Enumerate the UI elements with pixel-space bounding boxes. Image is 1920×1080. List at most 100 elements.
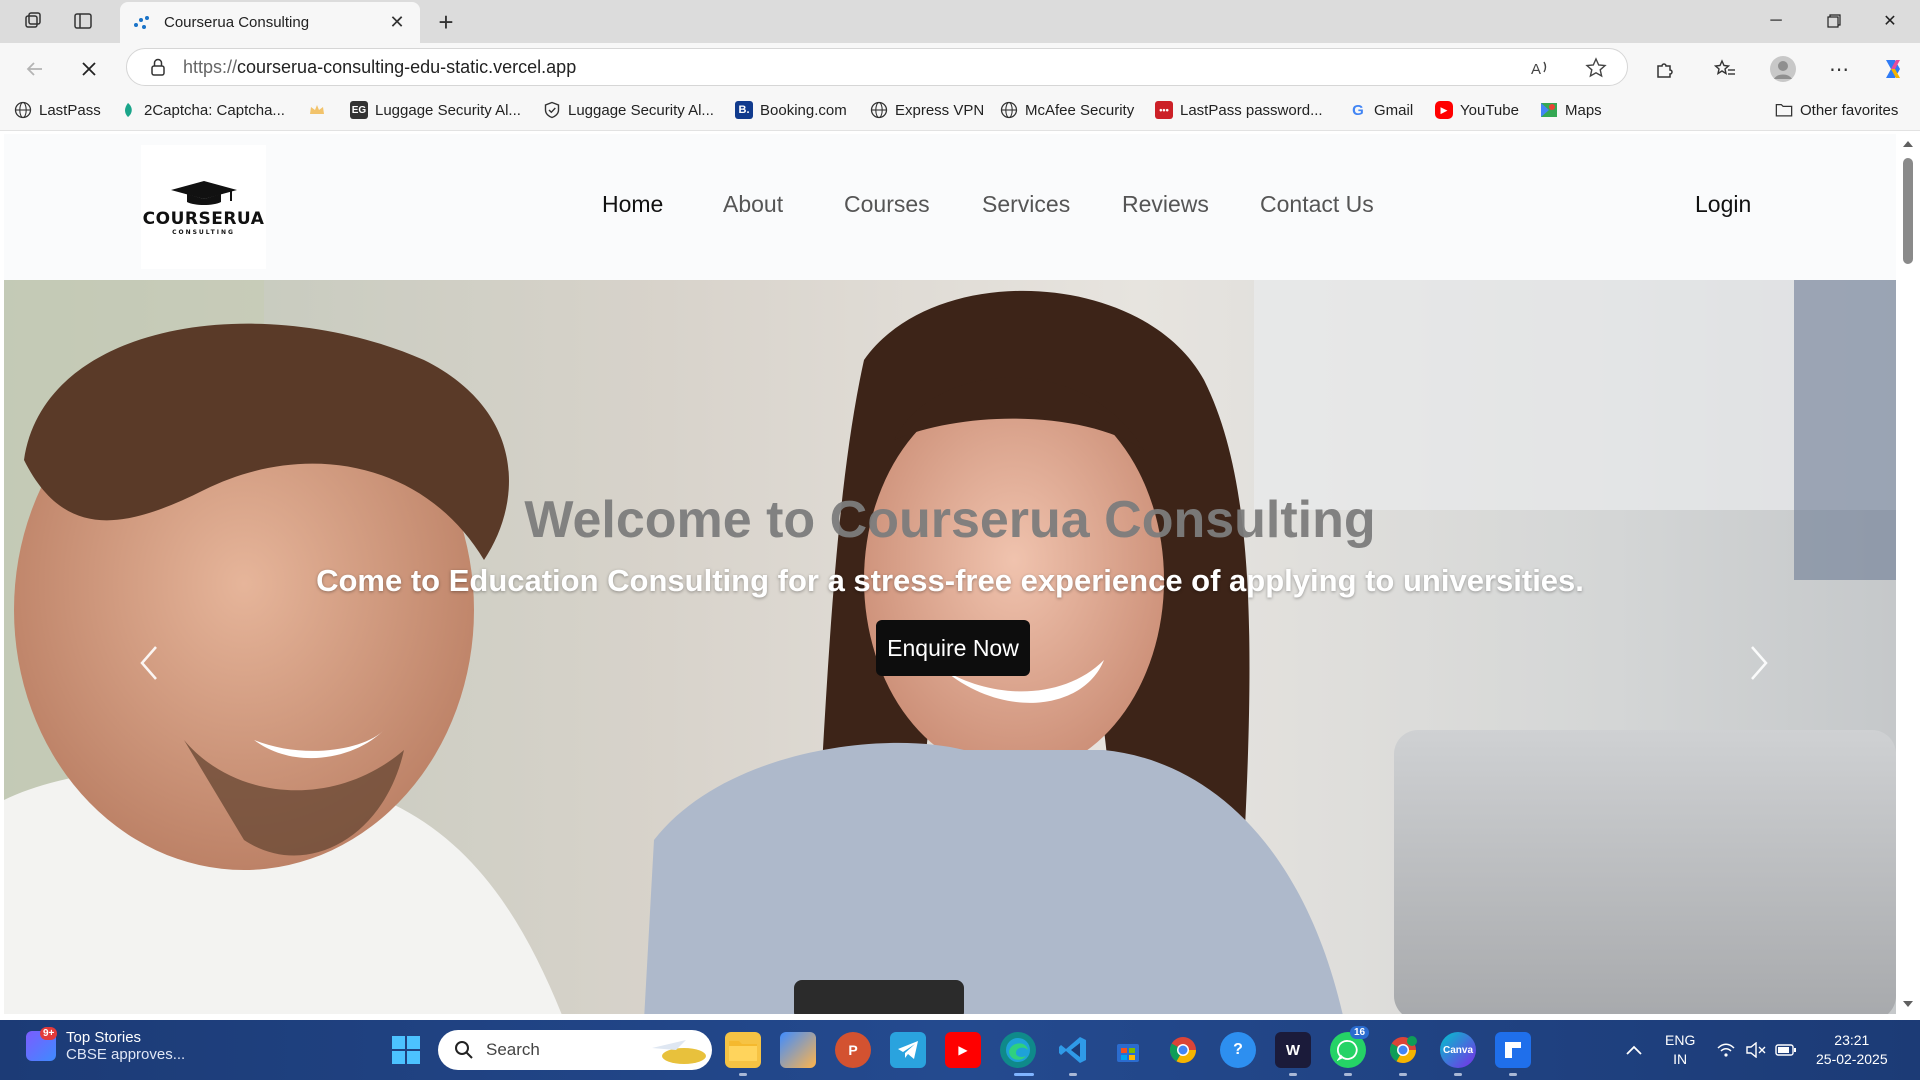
favorite-item[interactable]: Maps xyxy=(1540,101,1602,119)
file-explorer-icon[interactable] xyxy=(725,1032,761,1068)
carousel-next-icon[interactable] xyxy=(1744,643,1774,683)
browser-toolbar: https://courserua-consulting-edu-static.… xyxy=(0,43,1920,93)
favorite-item[interactable]: EG Luggage Security Al... xyxy=(350,101,521,119)
favorites-bar: LastPass 2Captcha: Captcha... EG Luggage… xyxy=(0,93,1920,131)
nav-services[interactable]: Services xyxy=(982,191,1070,218)
captcha-icon xyxy=(119,101,137,119)
webex-icon[interactable]: W xyxy=(1275,1032,1311,1068)
language-indicator[interactable]: ENG IN xyxy=(1665,1031,1695,1069)
favorite-item[interactable]: ▶ YouTube xyxy=(1435,101,1519,119)
logo-wordmark: COURSERUA xyxy=(142,208,265,229)
tab-title: Courserua Consulting xyxy=(164,14,310,31)
favorite-item[interactable]: B. Booking.com xyxy=(735,101,847,119)
site-header: COURSERUA CONSULTING Home About Courses … xyxy=(4,134,1896,280)
search-icon xyxy=(455,1041,473,1059)
search-highlight-icon xyxy=(652,1040,706,1064)
telegram-icon[interactable] xyxy=(890,1032,926,1068)
vertical-tabs-icon[interactable] xyxy=(66,6,100,36)
clock[interactable]: 23:21 25-02-2025 xyxy=(1816,1031,1888,1069)
favorite-item[interactable]: 2Captcha: Captcha... xyxy=(119,101,285,119)
back-arrow-icon[interactable] xyxy=(18,52,52,86)
address-bar[interactable]: https://courserua-consulting-edu-static.… xyxy=(126,48,1628,86)
scroll-down-icon[interactable] xyxy=(1902,1000,1914,1008)
browser-tab-strip: Courserua Consulting ✕ + ─ ✕ xyxy=(0,0,1920,43)
hero-title: Welcome to Courserua Consulting xyxy=(524,491,1376,549)
favorite-item[interactable]: LastPass xyxy=(14,101,101,119)
edge-browser-icon[interactable] xyxy=(1000,1032,1036,1068)
globe-icon xyxy=(14,101,32,119)
hero-subtitle: Come to Education Consulting for a stres… xyxy=(316,563,1584,598)
scroll-up-icon[interactable] xyxy=(1902,140,1914,148)
close-window-icon[interactable]: ✕ xyxy=(1862,4,1918,38)
lastpass-icon: ••• xyxy=(1155,101,1173,119)
nav-reviews[interactable]: Reviews xyxy=(1122,191,1209,218)
lock-icon[interactable] xyxy=(147,56,169,78)
help-icon[interactable]: ? xyxy=(1220,1032,1256,1068)
globe-icon xyxy=(1000,101,1018,119)
nav-contact-us[interactable]: Contact Us xyxy=(1260,191,1374,218)
news-widget[interactable]: 9+ Top Stories CBSE approves... xyxy=(26,1027,186,1063)
widget-badge: 9+ xyxy=(40,1027,58,1040)
widgets-icon: 9+ xyxy=(26,1027,58,1061)
favorite-item[interactable]: ••• LastPass password... xyxy=(1155,101,1323,119)
close-tab-icon[interactable]: ✕ xyxy=(386,12,408,33)
favorite-item[interactable]: Express VPN xyxy=(870,101,984,119)
canva-icon[interactable]: Canva xyxy=(1440,1032,1476,1068)
scrollbar-thumb[interactable] xyxy=(1903,158,1913,264)
chevron-up-icon[interactable] xyxy=(1616,1032,1652,1068)
read-aloud-icon[interactable]: A xyxy=(1529,57,1551,84)
svg-text:A: A xyxy=(1531,61,1541,78)
youtube-icon: ▶ xyxy=(1435,101,1453,119)
chrome-icon[interactable] xyxy=(1165,1032,1201,1068)
favorite-item[interactable]: McAfee Security xyxy=(1000,101,1134,119)
favorites-icon[interactable] xyxy=(1708,52,1742,86)
profile-avatar-icon[interactable] xyxy=(1766,52,1800,86)
vscode-icon[interactable] xyxy=(1055,1032,1091,1068)
nav-about[interactable]: About xyxy=(723,191,783,218)
crown-icon xyxy=(308,101,326,119)
store-icon[interactable] xyxy=(1110,1032,1146,1068)
active-tab[interactable]: Courserua Consulting ✕ xyxy=(120,2,420,43)
other-favorites[interactable]: Other favorites xyxy=(1775,101,1898,119)
page-viewport: COURSERUA CONSULTING Home About Courses … xyxy=(4,134,1896,1014)
favorite-item[interactable]: G Gmail xyxy=(1349,101,1413,119)
copilot-icon[interactable] xyxy=(1876,52,1910,86)
start-icon[interactable] xyxy=(388,1032,424,1068)
widget-title: Top Stories xyxy=(66,1029,142,1046)
youtube-app-icon[interactable]: ▶ xyxy=(945,1032,981,1068)
page-scrollbar[interactable] xyxy=(1896,134,1920,1014)
powerpoint-icon[interactable]: P xyxy=(835,1032,871,1068)
google-icon: G xyxy=(1352,101,1364,119)
shield-icon xyxy=(543,101,561,119)
battery-icon[interactable] xyxy=(1768,1032,1804,1068)
stop-loading-icon[interactable] xyxy=(72,52,106,86)
more-options-icon[interactable]: ⋯ xyxy=(1822,52,1856,86)
photos-app-icon[interactable] xyxy=(780,1032,816,1068)
enquire-now-button[interactable]: Enquire Now xyxy=(876,620,1030,676)
eg-icon: EG xyxy=(350,101,368,119)
site-favicon-icon xyxy=(134,15,149,29)
carousel-prev-icon[interactable] xyxy=(134,643,164,683)
taskbar-search[interactable]: Search xyxy=(438,1030,712,1070)
favorite-item[interactable] xyxy=(308,101,333,119)
minimize-icon[interactable]: ─ xyxy=(1748,4,1804,38)
folder-icon xyxy=(1775,101,1793,119)
site-logo[interactable]: COURSERUA CONSULTING xyxy=(141,145,266,269)
pinned-app-icon[interactable] xyxy=(1495,1032,1531,1068)
login-link[interactable]: Login xyxy=(1695,191,1751,218)
favorite-item[interactable]: Luggage Security Al... xyxy=(543,101,714,119)
favorite-star-icon[interactable] xyxy=(1585,57,1607,84)
widget-subtitle: CBSE approves... xyxy=(66,1046,186,1063)
workspaces-icon[interactable] xyxy=(16,6,50,36)
url-text: https://courserua-consulting-edu-static.… xyxy=(183,56,577,77)
maps-icon xyxy=(1540,101,1558,119)
restore-icon[interactable] xyxy=(1806,4,1862,38)
whatsapp-icon[interactable]: 16 xyxy=(1330,1026,1370,1068)
extensions-icon[interactable] xyxy=(1648,52,1682,86)
booking-icon: B. xyxy=(735,101,753,119)
new-tab-button[interactable]: + xyxy=(430,6,462,38)
windows-taskbar: 9+ Top Stories CBSE approves... Search P… xyxy=(0,1020,1920,1080)
chrome-profile-icon[interactable] xyxy=(1385,1032,1421,1068)
nav-home[interactable]: Home xyxy=(602,191,663,218)
nav-courses[interactable]: Courses xyxy=(844,191,930,218)
